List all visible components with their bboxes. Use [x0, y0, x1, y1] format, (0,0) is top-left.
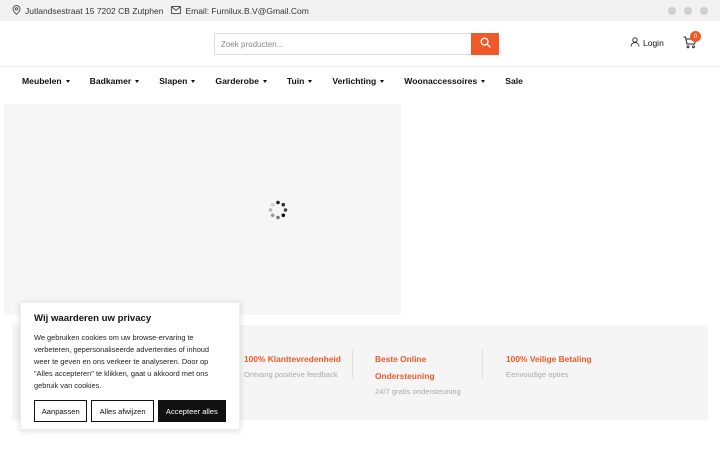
hero-banner-placeholder [4, 104, 401, 315]
cookie-body-text: We gebruiken cookies om uw browse-ervari… [34, 333, 210, 390]
divider [482, 349, 483, 379]
cookie-consent-dialog: Wij waarderen uw privacy We gebruiken co… [20, 302, 240, 430]
caret-down-icon [191, 79, 196, 83]
address-text: Jutlandsestraat 15 7202 CB Zutphen [25, 5, 164, 16]
login-link[interactable]: Login [630, 37, 664, 49]
caret-down-icon [308, 79, 313, 83]
accept-all-button[interactable]: Accepteer alles [157, 400, 226, 422]
location-pin-icon [12, 4, 21, 17]
feature-title: 100% Klanttevredenheid [244, 354, 341, 364]
feature-subtitle: Ontvang positieve feedback [244, 370, 338, 379]
user-icon [630, 37, 640, 49]
top-info-bar: Jutlandsestraat 15 7202 CB Zutphen Email… [0, 0, 720, 21]
nav-item-verlichting[interactable]: Verlichting [332, 76, 385, 86]
feature-support: Beste Online Ondersteuning 24/7 gratis o… [375, 351, 475, 396]
cookie-title: Wij waarderen uw privacy [34, 313, 152, 324]
customize-button[interactable]: Aanpassen [34, 400, 88, 422]
cart-button[interactable]: 0 [683, 31, 701, 54]
main-navigation: Meubelen Badkamer Slapen Garderobe Tuin … [0, 68, 720, 94]
search-button[interactable] [471, 33, 499, 55]
cart-count-badge: 0 [690, 31, 701, 42]
feature-subtitle: Eenvoudige opties [506, 370, 569, 379]
nav-item-slapen[interactable]: Slapen [159, 76, 196, 86]
instagram-icon[interactable] [684, 6, 692, 15]
search-bar [214, 33, 499, 55]
caret-down-icon [262, 79, 267, 83]
search-icon [480, 35, 491, 53]
address-info: Jutlandsestraat 15 7202 CB Zutphen [12, 4, 164, 17]
feature-title: 100% Veilige Betaling [506, 354, 592, 364]
divider [352, 349, 353, 379]
email-text[interactable]: Email: Furnilux.B.V@Gmail.Com [185, 6, 308, 16]
feature-subtitle: 24/7 gratis ondersteuning [375, 387, 461, 396]
caret-down-icon [380, 79, 385, 83]
reject-all-button[interactable]: Alles afwijzen [91, 400, 154, 422]
search-input[interactable] [214, 33, 471, 55]
caret-down-icon [65, 79, 70, 83]
caret-down-icon [135, 79, 140, 83]
login-label[interactable]: Login [643, 38, 664, 48]
nav-item-garderobe[interactable]: Garderobe [215, 76, 267, 86]
nav-item-meubelen[interactable]: Meubelen [22, 76, 70, 86]
loading-spinner-icon [268, 200, 288, 220]
nav-item-sale[interactable]: Sale [505, 76, 523, 86]
cookie-button-row: Aanpassen Alles afwijzen Accepteer alles [34, 400, 226, 422]
email-info[interactable]: Email: Furnilux.B.V@Gmail.Com [171, 5, 309, 16]
envelope-icon [171, 5, 182, 16]
site-header: Login 0 [0, 21, 720, 67]
feature-payment: 100% Veilige Betaling Eenvoudige opties [506, 351, 592, 379]
nav-item-tuin[interactable]: Tuin [287, 76, 313, 86]
feature-satisfaction: 100% Klanttevredenheid Ontvang positieve… [244, 351, 341, 379]
nav-item-badkamer[interactable]: Badkamer [90, 76, 140, 86]
caret-down-icon [481, 79, 486, 83]
nav-item-woonaccessoires[interactable]: Woonaccessoires [404, 76, 486, 86]
facebook-icon[interactable] [668, 6, 676, 15]
feature-title: Beste Online Ondersteuning [375, 354, 435, 381]
pinterest-icon[interactable] [700, 6, 708, 15]
social-links [668, 6, 708, 15]
